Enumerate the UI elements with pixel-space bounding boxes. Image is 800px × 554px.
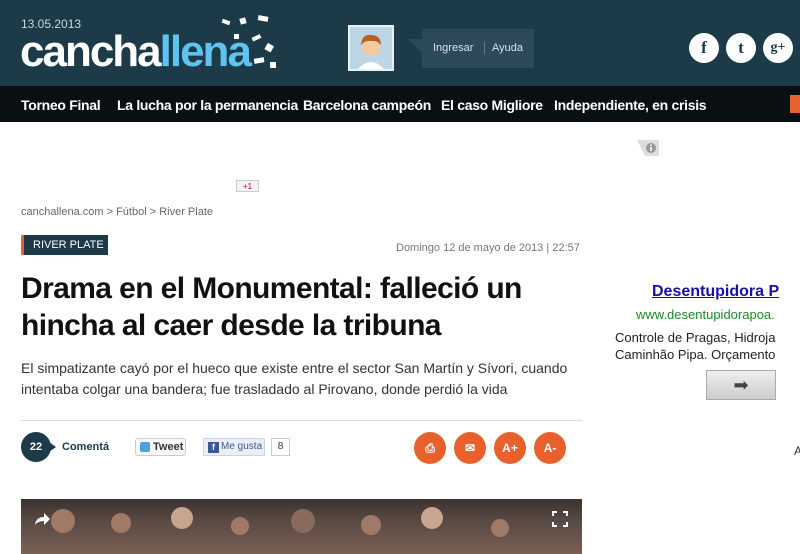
- google-plus-icon[interactable]: g+: [763, 33, 793, 63]
- font-decrease-button[interactable]: A-: [534, 432, 566, 464]
- twitter-icon[interactable]: t: [726, 33, 756, 63]
- logo-part1: cancha: [20, 27, 162, 76]
- article-date: Domingo 12 de mayo de 2013 | 22:57: [396, 242, 580, 254]
- like-label: Me gusta: [221, 441, 263, 452]
- ad-desc-line2: Caminhão Pipa. Orçamento: [615, 347, 776, 362]
- help-link[interactable]: Ayuda: [492, 42, 523, 54]
- breadcrumb[interactable]: canchallena.com > Fútbol > River Plate: [21, 206, 213, 218]
- nav-more-button[interactable]: [790, 95, 800, 113]
- email-icon[interactable]: ✉: [454, 432, 486, 464]
- facebook-small-icon: f: [208, 442, 219, 453]
- facebook-like-button[interactable]: f Me gusta: [203, 438, 265, 456]
- article-summary: El simpatizante cayó por el hueco que ex…: [21, 360, 568, 397]
- nav-item-migliore[interactable]: El caso Migliore: [441, 97, 543, 113]
- article-photo[interactable]: [21, 499, 582, 554]
- user-avatar[interactable]: [348, 25, 394, 71]
- ad-arrow-button[interactable]: ➡: [706, 370, 776, 400]
- ad-title-link[interactable]: Desentupidora P: [652, 283, 779, 301]
- main-nav: Torneo Final La lucha por la permanencia…: [0, 86, 800, 122]
- logo-confetti-icon: [221, 15, 276, 68]
- comment-link[interactable]: Comentá: [62, 441, 109, 453]
- site-logo[interactable]: canchallena: [20, 27, 252, 76]
- section-badge[interactable]: RIVER PLATE: [21, 235, 108, 255]
- font-increase-button[interactable]: A+: [494, 432, 526, 464]
- avatar-face-icon: [350, 27, 392, 69]
- login-separator: [484, 42, 485, 54]
- nav-item-barcelona[interactable]: Barcelona campeón: [303, 97, 431, 113]
- ad-info-icon[interactable]: [637, 140, 659, 156]
- twitter-bird-icon: [140, 442, 150, 452]
- facebook-icon[interactable]: f: [689, 33, 719, 63]
- ad-edge-text: A: [794, 444, 800, 458]
- gplus-share-button[interactable]: +1: [236, 180, 259, 192]
- ad-description: Controle de Pragas, Hidroja Caminhão Pip…: [615, 329, 800, 363]
- comments-count[interactable]: 22: [21, 432, 56, 462]
- tweet-button[interactable]: Tweet: [135, 438, 186, 456]
- login-box: Ingresar Ayuda: [408, 29, 534, 68]
- article-title: Drama en el Monumental: falleció un hinc…: [21, 272, 522, 342]
- login-link[interactable]: Ingresar: [433, 42, 473, 54]
- tweet-label: Tweet: [153, 441, 184, 453]
- fullscreen-icon[interactable]: [552, 511, 568, 527]
- like-count: 8: [271, 438, 290, 456]
- site-header: 13.05.2013 canchallena Ingresar Ayuda f …: [0, 0, 800, 86]
- ad-url[interactable]: www.desentupidorapoa.: [636, 307, 775, 322]
- nav-item-permanencia[interactable]: La lucha por la permanencia: [117, 97, 298, 113]
- nav-item-torneo-final[interactable]: Torneo Final: [21, 97, 101, 113]
- divider: [21, 420, 582, 421]
- ad-desc-line1: Controle de Pragas, Hidroja: [615, 330, 776, 345]
- print-icon[interactable]: ⎙: [414, 432, 446, 464]
- nav-item-independiente[interactable]: Independiente, en crisis: [554, 97, 707, 113]
- share-arrow-icon[interactable]: [33, 511, 51, 527]
